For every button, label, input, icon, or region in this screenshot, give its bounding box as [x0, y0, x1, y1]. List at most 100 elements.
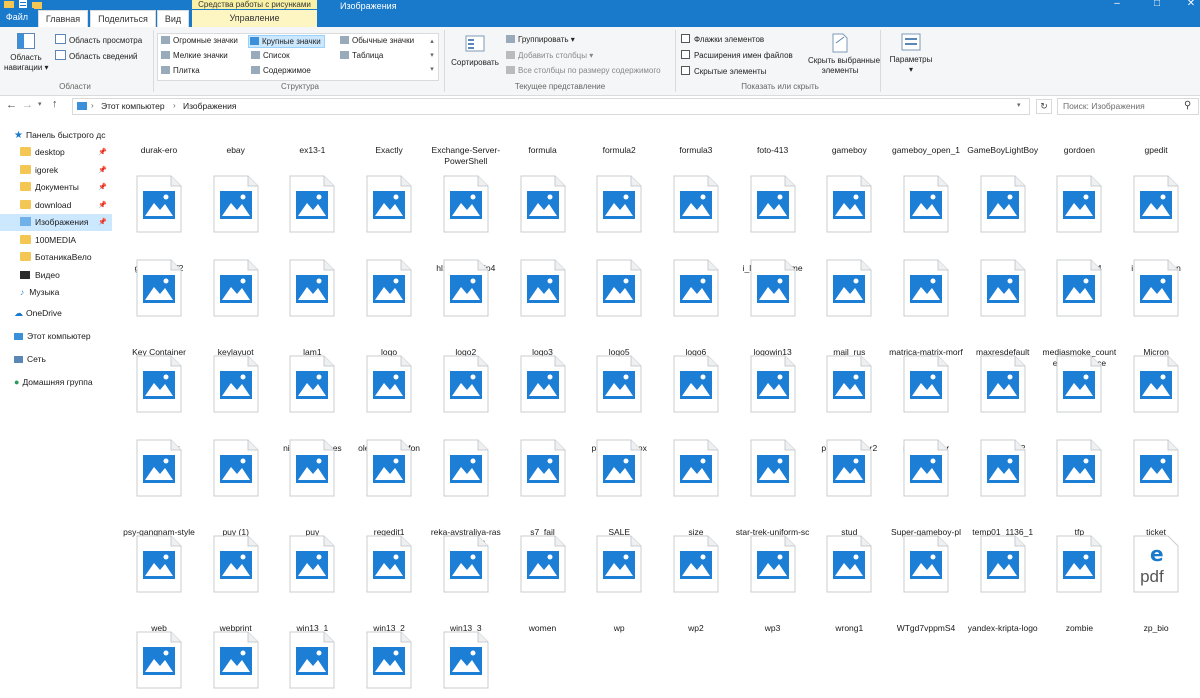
file-name: GameBoyLightBoy [967, 145, 1039, 155]
pin-icon[interactable]: 📌 [98, 179, 107, 196]
options-button[interactable]: Параметры ▾ [884, 33, 938, 79]
breadcrumb-this-pc[interactable]: Этот компьютер [101, 101, 165, 111]
nav-item[interactable]: igorek 📌 [0, 162, 112, 179]
pin-icon[interactable]: 📌 [98, 144, 107, 161]
address-bar[interactable]: › Этот компьютер › Изображения ▾ [72, 98, 1030, 115]
checkbox[interactable] [681, 66, 690, 75]
gallery-scroll[interactable]: ▴ ▾ ▾ [428, 35, 436, 77]
nav-quick-access[interactable]: ★ Панель быстрого дс [0, 127, 112, 144]
image-file-icon [443, 631, 489, 689]
image-file-icon [980, 355, 1026, 413]
pin-icon[interactable]: 📌 [98, 162, 107, 179]
layout-tiles[interactable]: Плитка [161, 65, 200, 76]
group-by-button[interactable]: Группировать ▾ [506, 34, 575, 45]
file-name: ebay [226, 145, 245, 155]
tab-file[interactable]: Файл [0, 8, 34, 27]
file-name: gordoen [1063, 145, 1095, 155]
image-file-icon [750, 355, 796, 413]
hidden-items-toggle[interactable]: Скрытые элементы [681, 66, 766, 77]
fit-columns-icon [506, 66, 515, 74]
layout-small-icons[interactable]: Мелкие значки [161, 50, 228, 61]
group-label-layout: Структура [281, 82, 319, 91]
large-icons-icon [250, 37, 259, 45]
tab-home[interactable]: Главная [38, 10, 88, 28]
file-name: formula [528, 145, 557, 155]
image-file-icon [366, 259, 412, 317]
nav-item[interactable]: БотаникаВело [0, 249, 112, 266]
file-name: wp3 [764, 623, 781, 633]
file-name: wp [613, 623, 625, 633]
maximize-icon[interactable]: □ [1150, 0, 1164, 10]
breadcrumb-pictures[interactable]: Изображения [183, 101, 236, 111]
layout-large-icons[interactable]: Крупные значки [248, 35, 325, 48]
breadcrumb-separator[interactable]: › [173, 101, 176, 110]
tab-view[interactable]: Вид [157, 10, 189, 28]
details-pane-button[interactable]: Область сведений [55, 50, 138, 62]
search-input[interactable]: Поиск: Изображения ⚲ [1057, 98, 1199, 115]
minimize-icon[interactable]: – [1110, 0, 1124, 10]
search-icon[interactable]: ⚲ [1184, 100, 1191, 111]
address-row: ← → ▾ ↑ › Этот компьютер › Изображения ▾… [0, 96, 1200, 117]
layout-content[interactable]: Содержимое [251, 65, 311, 76]
checkbox[interactable] [681, 50, 690, 59]
music-icon: ♪ [20, 287, 25, 297]
nav-onedrive[interactable]: ☁ OneDrive [0, 305, 112, 322]
fit-columns-button[interactable]: Все столбцы по размеру содержимого [506, 65, 661, 76]
file-view[interactable]: durak-ero ebay ex13-1 Exactly Exchange-Serve… [113, 117, 1200, 698]
layout-medium-icons[interactable]: Обычные значки [340, 35, 414, 46]
recent-locations-icon[interactable]: ▾ [38, 100, 42, 108]
layout-huge-icons[interactable]: Огромные значки [161, 35, 238, 46]
details-icon [340, 51, 349, 59]
layout-details[interactable]: Таблица [340, 50, 383, 61]
image-file-icon [596, 175, 642, 233]
star-icon: ★ [14, 130, 23, 141]
add-columns-icon [506, 51, 515, 59]
hide-selected-icon [832, 33, 848, 53]
up-icon[interactable]: ↑ [52, 98, 58, 110]
nav-item[interactable]: ♪ Музыка [0, 284, 112, 301]
close-icon[interactable]: ✕ [1184, 0, 1198, 10]
sort-by-button[interactable]: Сортировать [448, 33, 502, 79]
nav-homegroup[interactable]: ● Домашняя группа [0, 374, 112, 391]
layout-list[interactable]: Список [251, 50, 290, 61]
forward-icon[interactable]: → [22, 99, 33, 111]
nav-item[interactable]: download 📌 [0, 197, 112, 214]
checkbox[interactable] [681, 34, 690, 43]
image-file-icon [903, 355, 949, 413]
content-icon [251, 66, 260, 74]
hide-selected-button[interactable]: Скрыть выбранные элементы [808, 33, 880, 81]
nav-item[interactable]: Документы 📌 [0, 179, 112, 196]
file-name: wrong1 [835, 623, 864, 633]
options-icon [901, 33, 921, 51]
nav-item[interactable]: desktop 📌 [0, 144, 112, 161]
add-columns-button[interactable]: Добавить столбцы ▾ [506, 50, 593, 61]
pin-icon[interactable]: 📌 [98, 197, 107, 214]
address-dropdown-icon[interactable]: ▾ [1017, 101, 1021, 109]
medium-icons-icon [340, 36, 349, 44]
pin-icon[interactable]: 📌 [98, 214, 107, 231]
file-name: yandex-kripta-logo [967, 623, 1038, 633]
image-file-icon [136, 175, 182, 233]
image-file-icon [980, 439, 1026, 497]
nav-this-pc[interactable]: Этот компьютер [0, 328, 112, 345]
network-icon [14, 356, 23, 363]
pictures-icon [20, 217, 31, 226]
item-checkboxes-toggle[interactable]: Флажки элементов [681, 34, 764, 45]
back-icon[interactable]: ← [6, 99, 17, 111]
nav-item[interactable]: Изображения 📌 [0, 214, 112, 231]
image-file-icon [520, 175, 565, 233]
nav-item[interactable]: Видео [0, 267, 112, 284]
refresh-icon[interactable]: ↻ [1036, 99, 1052, 114]
image-file-icon [213, 439, 259, 497]
file-extensions-toggle[interactable]: Расширения имен файлов [681, 50, 793, 61]
tab-manage[interactable]: Управление [192, 10, 317, 27]
nav-item[interactable]: 100MEDIA [0, 232, 112, 249]
breadcrumb-separator[interactable]: › [91, 101, 94, 110]
navigation-pane-button[interactable]: Область навигации ▾ [4, 33, 49, 81]
file-name: WTgd7vppmS4 [896, 623, 956, 633]
nav-network[interactable]: Сеть [0, 351, 112, 368]
image-file-icon [443, 259, 489, 317]
preview-pane-button[interactable]: Область просмотра [55, 34, 142, 46]
image-file-icon [1056, 535, 1102, 593]
tab-share[interactable]: Поделиться [90, 10, 156, 28]
